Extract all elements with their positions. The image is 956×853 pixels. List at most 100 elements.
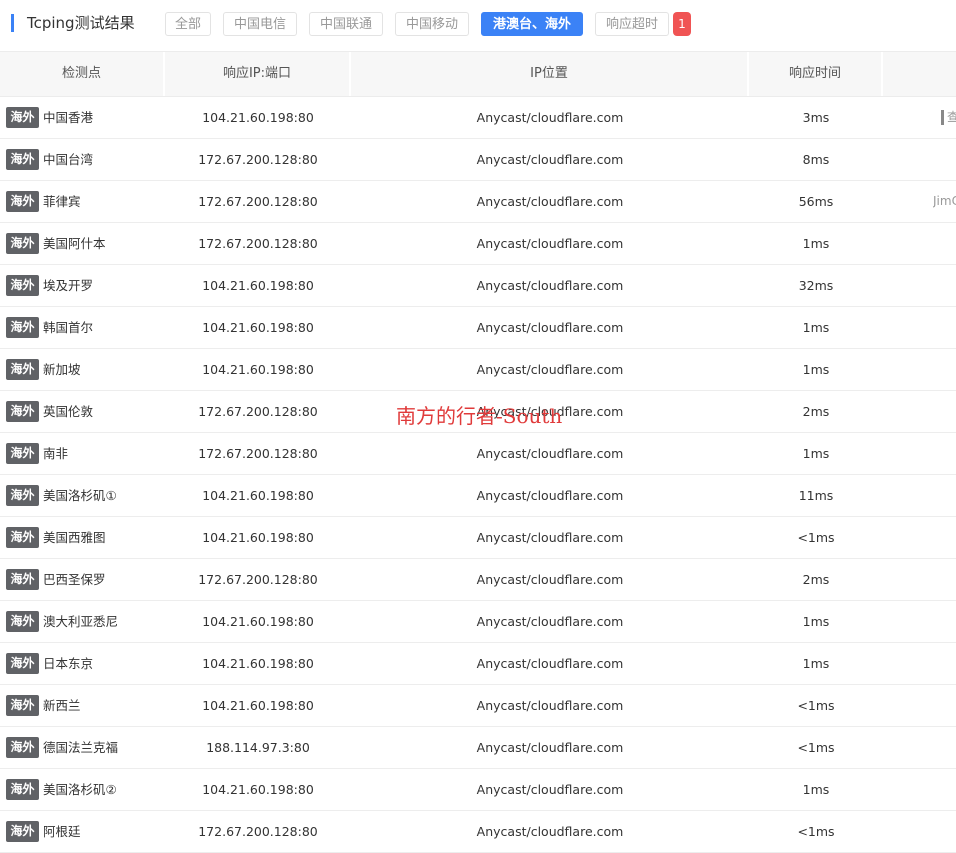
probe-location: 澳大利亚悉尼 — [43, 614, 119, 629]
response-ip-port: 172.67.200.128:80 — [198, 194, 318, 209]
region-tag: 海外 — [6, 611, 39, 632]
response-ip-port: 104.21.60.198:80 — [202, 656, 314, 671]
response-ip-port: 104.21.60.198:80 — [202, 110, 314, 125]
response-time: <1ms — [797, 698, 835, 713]
response-ip-port: 104.21.60.198:80 — [202, 614, 314, 629]
response-time: 8ms — [802, 152, 830, 167]
response-time: 1ms — [802, 782, 830, 797]
table-row: 海外 中国香港 104.21.60.198:80 Anycast/cloudflare… — [0, 97, 956, 139]
region-tag: 海外 — [6, 359, 39, 380]
response-ip-port: 104.21.60.198:80 — [202, 782, 314, 797]
region-tag: 海外 — [6, 653, 39, 674]
region-tag: 海外 — [6, 779, 39, 800]
probe-location: 菲律宾 — [43, 194, 81, 209]
response-time: 1ms — [802, 320, 830, 335]
probe-location: 中国香港 — [43, 110, 94, 125]
table-row: 海外 日本东京 104.21.60.198:80 Anycast/cloudflare… — [0, 643, 956, 685]
response-time: 1ms — [802, 656, 830, 671]
column-header-extra — [883, 52, 956, 96]
page-title: Tcping测试结果 — [27, 14, 135, 32]
region-tag: 海外 — [6, 107, 39, 128]
response-time: 1ms — [802, 446, 830, 461]
column-header-probe[interactable]: 检测点 — [0, 52, 165, 96]
ip-location: Anycast/cloudflare.com — [476, 152, 624, 167]
ip-location: Anycast/cloudflare.com — [476, 362, 624, 377]
response-time: <1ms — [797, 824, 835, 839]
column-header-ip-location[interactable]: IP位置 — [351, 52, 749, 96]
probe-location: 美国洛杉矶② — [43, 782, 117, 797]
ip-location: Anycast/cloudflare.com — [476, 530, 624, 545]
response-ip-port: 104.21.60.198:80 — [202, 530, 314, 545]
response-time: 2ms — [802, 572, 830, 587]
probe-location: 美国西雅图 — [43, 530, 106, 545]
ip-location: Anycast/cloudflare.com — [476, 110, 624, 125]
table-row: 海外 新西兰 104.21.60.198:80 Anycast/cloudflare.… — [0, 685, 956, 727]
probe-location: 巴西圣保罗 — [43, 572, 106, 587]
response-ip-port: 172.67.200.128:80 — [198, 572, 318, 587]
region-tag: 海外 — [6, 275, 39, 296]
response-time: 2ms — [802, 404, 830, 419]
probe-location: 阿根廷 — [43, 824, 81, 839]
extra-marker — [941, 110, 944, 125]
column-header-response-time[interactable]: 响应时间 — [749, 52, 883, 96]
response-time: 3ms — [802, 110, 830, 125]
table-row: 海外 美国洛杉矶① 104.21.60.198:80 Anycast/cloudfla… — [0, 475, 956, 517]
ip-location: Anycast/cloudflare.com — [476, 782, 624, 797]
region-tag: 海外 — [6, 485, 39, 506]
table-row: 海外 巴西圣保罗 172.67.200.128:80 Anycast/cloudfla… — [0, 559, 956, 601]
filter-timeout-button[interactable]: 响应超时 — [595, 12, 669, 36]
region-tag: 海外 — [6, 233, 39, 254]
table-row: 海外 埃及开罗 104.21.60.198:80 Anycast/cloudflare… — [0, 265, 956, 307]
region-tag: 海外 — [6, 695, 39, 716]
ip-location: Anycast/cloudflare.com — [476, 698, 624, 713]
result-header: Tcping测试结果 全部 中国电信 中国联通 中国移动 港澳台、海外 响应超时… — [0, 0, 956, 50]
response-time: 56ms — [798, 194, 834, 209]
response-time: 1ms — [802, 362, 830, 377]
filter-all-button[interactable]: 全部 — [165, 12, 211, 36]
ip-location: Anycast/cloudflare.com — [476, 572, 624, 587]
response-time: <1ms — [797, 530, 835, 545]
extra-text: JimC — [933, 194, 956, 208]
ip-location: Anycast/cloudflare.com — [476, 488, 624, 503]
probe-location: 新加坡 — [43, 362, 81, 377]
title-accent-bar — [11, 14, 14, 32]
filter-unicom-button[interactable]: 中国联通 — [309, 12, 383, 36]
table-row: 海外 中国台湾 172.67.200.128:80 Anycast/cloudflar… — [0, 139, 956, 181]
region-tag: 海外 — [6, 737, 39, 758]
response-time: 1ms — [802, 614, 830, 629]
table-row: 海外 澳大利亚悉尼 104.21.60.198:80 Anycast/cloudfla… — [0, 601, 956, 643]
table-row: 海外 美国洛杉矶② 104.21.60.198:80 Anycast/cloudfla… — [0, 769, 956, 811]
response-ip-port: 104.21.60.198:80 — [202, 362, 314, 377]
response-ip-port: 172.67.200.128:80 — [198, 404, 318, 419]
extra-text: 查 — [947, 110, 956, 124]
probe-location: 埃及开罗 — [43, 278, 94, 293]
region-tag: 海外 — [6, 821, 39, 842]
filter-telecom-button[interactable]: 中国电信 — [223, 12, 297, 36]
table-row: 海外 德国法兰克福 188.114.97.3:80 Anycast/cloudflar… — [0, 727, 956, 769]
ip-location: Anycast/cloudflare.com — [476, 236, 624, 251]
response-ip-port: 172.67.200.128:80 — [198, 446, 318, 461]
table-row: 海外 新加坡 104.21.60.198:80 Anycast/cloudflare.… — [0, 349, 956, 391]
column-header-ip-port[interactable]: 响应IP:端口 — [165, 52, 351, 96]
ip-location: Anycast/cloudflare.com — [476, 320, 624, 335]
timeout-count-badge: 1 — [673, 12, 691, 36]
filter-mobile-button[interactable]: 中国移动 — [395, 12, 469, 36]
region-tag: 海外 — [6, 191, 39, 212]
probe-location: 德国法兰克福 — [43, 740, 119, 755]
response-ip-port: 172.67.200.128:80 — [198, 824, 318, 839]
ip-location: Anycast/cloudflare.com — [476, 194, 624, 209]
table-row: 海外 美国西雅图 104.21.60.198:80 Anycast/cloudflar… — [0, 517, 956, 559]
region-tag: 海外 — [6, 569, 39, 590]
ip-location: Anycast/cloudflare.com — [476, 278, 624, 293]
response-ip-port: 188.114.97.3:80 — [206, 740, 310, 755]
response-time: 32ms — [798, 278, 834, 293]
probe-location: 日本东京 — [43, 656, 94, 671]
region-tag: 海外 — [6, 527, 39, 548]
filter-overseas-button[interactable]: 港澳台、海外 — [481, 12, 583, 36]
table-row: 海外 菲律宾 172.67.200.128:80 Anycast/cloudflare… — [0, 181, 956, 223]
probe-location: 美国洛杉矶① — [43, 488, 117, 503]
probe-location: 中国台湾 — [43, 152, 94, 167]
table-row: 海外 南非 172.67.200.128:80 Anycast/cloudflare.… — [0, 433, 956, 475]
response-ip-port: 172.67.200.128:80 — [198, 236, 318, 251]
ip-location: Anycast/cloudflare.com — [476, 824, 624, 839]
